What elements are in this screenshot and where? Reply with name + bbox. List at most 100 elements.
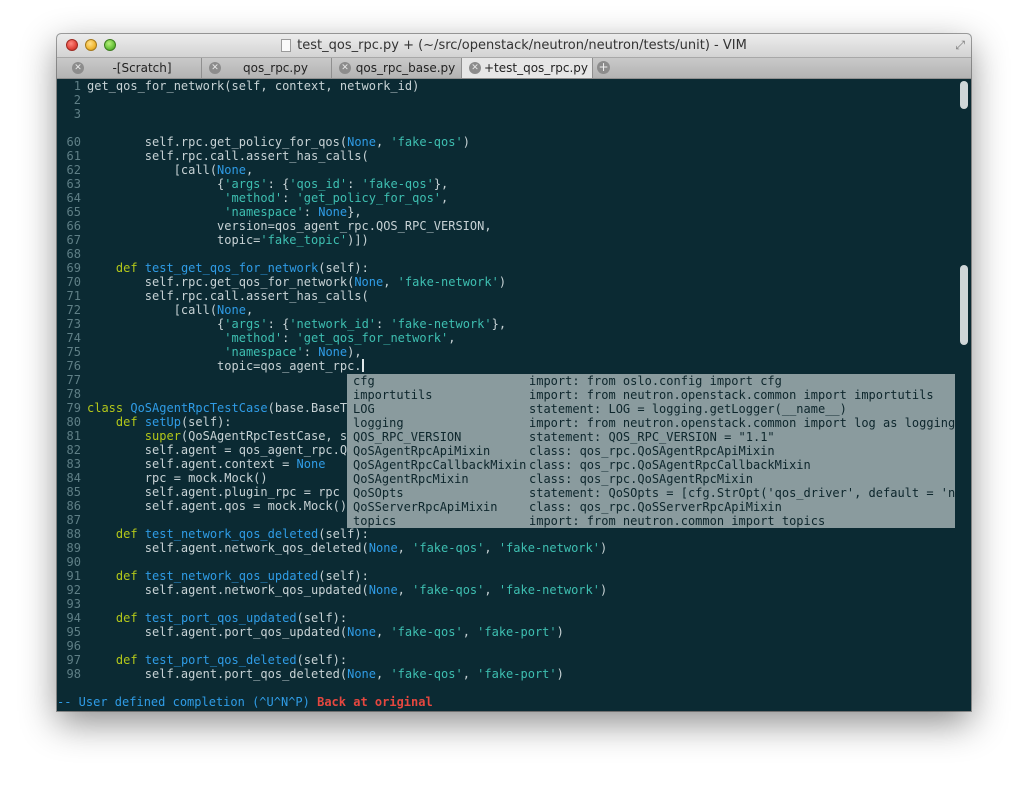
line-number: 64 bbox=[66, 191, 81, 205]
code-text: self.agent.port_qos_deleted(None, 'fake-… bbox=[87, 667, 564, 681]
title-bar: test_qos_rpc.py + (~/src/openstack/neutr… bbox=[57, 34, 971, 58]
code-text: def test_port_qos_deleted(self): bbox=[115, 653, 348, 667]
completion-mode-text: -- User defined completion (^U^N^P) bbox=[57, 695, 318, 709]
line-number: 74 bbox=[66, 331, 81, 345]
line-number: 91 bbox=[66, 569, 81, 583]
code-text: class QoSAgentRpcTestCase(base.BaseTe bbox=[87, 401, 355, 415]
code-text: self.rpc.get_qos_for_network(None, 'fake… bbox=[87, 275, 507, 289]
scrollbar-thumb[interactable] bbox=[960, 265, 968, 345]
line-number: 82 bbox=[66, 443, 81, 457]
completion-item[interactable]: logging import: from neutron.openstack.co… bbox=[347, 416, 955, 430]
line-number: 93 bbox=[66, 597, 81, 611]
completion-word: QoSServerRpcApiMixin bbox=[353, 500, 498, 514]
vim-window: test_qos_rpc.py + (~/src/openstack/neutr… bbox=[57, 34, 971, 711]
line-number: 90 bbox=[66, 555, 81, 569]
close-tab-icon[interactable]: ✕ bbox=[339, 62, 351, 74]
line-number: 60 bbox=[66, 135, 81, 149]
completion-info: import: from neutron.common import topic… bbox=[529, 514, 826, 528]
code-text: self.agent.port_qos_updated(None, 'fake-… bbox=[87, 625, 564, 639]
code-text: {'args': {'qos_id': 'fake-qos'}, bbox=[87, 177, 449, 191]
line-number: 79 bbox=[66, 401, 81, 415]
line-number: 96 bbox=[66, 639, 81, 653]
close-tab-icon[interactable]: ✕ bbox=[209, 62, 221, 74]
code-text: 'namespace': None), bbox=[224, 345, 362, 359]
close-tab-icon[interactable]: ✕ bbox=[469, 62, 481, 74]
code-text: def test_get_qos_for_network(self): bbox=[115, 261, 369, 275]
code-text: [call(None, bbox=[87, 303, 254, 317]
line-number: 97 bbox=[66, 653, 81, 667]
completion-item[interactable]: QoSAgentRpcApiMixin class: qos_rpc.QoSAge… bbox=[347, 444, 955, 458]
code-text: {'args': {'network_id': 'fake-network'}, bbox=[87, 317, 507, 331]
code-text: super(QoSAgentRpcTestCase, se bbox=[144, 429, 355, 443]
line-number: 73 bbox=[66, 317, 81, 331]
code-text: def setUp(self): bbox=[115, 415, 232, 429]
scrollbar-thumb[interactable] bbox=[960, 81, 968, 109]
code-text: topic=qos_agent_rpc. bbox=[87, 359, 364, 373]
close-tab-icon[interactable]: ✕ bbox=[72, 62, 84, 74]
completion-item[interactable]: cfg import: from oslo.config import cfg bbox=[347, 374, 955, 388]
tab-scratch[interactable]: ✕ -[Scratch] bbox=[65, 58, 202, 78]
line-number: 88 bbox=[66, 527, 81, 541]
line-number: 76 bbox=[66, 359, 81, 373]
completion-info: import: from neutron.openstack.common im… bbox=[529, 416, 955, 430]
scrollbar[interactable] bbox=[957, 79, 971, 693]
tab-label: -[Scratch] bbox=[112, 61, 172, 75]
code-text: self.agent.network_qos_deleted(None, 'fa… bbox=[87, 541, 608, 555]
line-number: 89 bbox=[66, 541, 81, 555]
completion-popup[interactable]: cfg import: from oslo.config import cfg im… bbox=[347, 374, 955, 528]
tab-qos-rpc-base[interactable]: ✕ qos_rpc_base.py bbox=[332, 58, 462, 78]
code-text: def test_network_qos_deleted(self): bbox=[115, 527, 369, 541]
completion-word: logging bbox=[353, 416, 404, 430]
new-tab-icon[interactable]: + bbox=[597, 61, 610, 74]
completion-info: class: qos_rpc.QoSServerRpcApiMixin bbox=[529, 500, 782, 514]
completion-item[interactable]: QOS_RPC_VERSION statement: QOS_RPC_VERSIO… bbox=[347, 430, 955, 444]
line-number: 1 bbox=[73, 79, 81, 93]
tab-qos-rpc[interactable]: ✕ qos_rpc.py bbox=[202, 58, 332, 78]
completion-item[interactable]: topics import: from neutron.common import… bbox=[347, 514, 955, 528]
completion-info: statement: QOS_RPC_VERSION = "1.1" bbox=[529, 430, 775, 444]
line-number: 66 bbox=[66, 219, 81, 233]
completion-word: cfg bbox=[353, 374, 375, 388]
line-number: 81 bbox=[66, 429, 81, 443]
code-text: [call(None, bbox=[87, 163, 254, 177]
completion-item[interactable]: LOG statement: LOG = logging.getLogger(__… bbox=[347, 402, 955, 416]
code-text: 'method': 'get_qos_for_network', bbox=[224, 331, 456, 345]
document-icon bbox=[281, 39, 292, 52]
completion-item[interactable]: QoSAgentRpcCallbackMixin class: qos_rpc.Q… bbox=[347, 458, 955, 472]
line-number: 77 bbox=[66, 373, 81, 387]
fullscreen-icon[interactable]: ⤢ bbox=[955, 38, 965, 53]
code-text: 'method': 'get_policy_for_qos', bbox=[224, 191, 449, 205]
code-text: topic='fake_topic')]) bbox=[87, 233, 369, 247]
line-number: 63 bbox=[66, 177, 81, 191]
line-number: 94 bbox=[66, 611, 81, 625]
completion-word: QOS_RPC_VERSION bbox=[353, 430, 462, 444]
line-number: 83 bbox=[66, 457, 81, 471]
code-text: rpc = mock.Mock() bbox=[87, 471, 268, 485]
line-number: 98 bbox=[66, 667, 81, 681]
completion-info: class: qos_rpc.QoSAgentRpcCallbackMixin bbox=[529, 458, 811, 472]
code-text: version=qos_agent_rpc.QOS_RPC_VERSION, bbox=[87, 219, 492, 233]
line-number: 84 bbox=[66, 471, 81, 485]
tab-test-qos-rpc[interactable]: ✕ +test_qos_rpc.py bbox=[462, 58, 593, 78]
tab-label: qos_rpc.py bbox=[243, 61, 308, 75]
completion-word: QoSAgentRpcApiMixin bbox=[353, 444, 491, 458]
completion-item[interactable]: QoSOpts statement: QoSOpts = [cfg.StrOpt(… bbox=[347, 486, 955, 500]
line-number: 71 bbox=[66, 289, 81, 303]
text-cursor bbox=[361, 359, 364, 372]
code-text: self.rpc.call.assert_has_calls( bbox=[87, 289, 369, 303]
completion-info: class: qos_rpc.QoSAgentRpcMixin bbox=[529, 472, 753, 486]
code-text: self.agent = qos_agent_rpc.Qo bbox=[87, 443, 355, 457]
completion-word: QoSOpts bbox=[353, 486, 404, 500]
line-number: 85 bbox=[66, 485, 81, 499]
code-text: self.rpc.call.assert_has_calls( bbox=[87, 149, 369, 163]
completion-item[interactable]: QoSServerRpcApiMixin class: qos_rpc.QoSSe… bbox=[347, 500, 955, 514]
completion-info: class: qos_rpc.QoSAgentRpcApiMixin bbox=[529, 444, 775, 458]
completion-word: topics bbox=[353, 514, 397, 528]
completion-word: LOG bbox=[353, 402, 375, 416]
line-number: 78 bbox=[66, 387, 81, 401]
completion-info: import: from neutron.openstack.common im… bbox=[529, 388, 934, 402]
completion-item[interactable]: QoSAgentRpcMixin class: qos_rpc.QoSAgentR… bbox=[347, 472, 955, 486]
line-number: 69 bbox=[66, 261, 81, 275]
completion-item[interactable]: importutils import: from neutron.openstac… bbox=[347, 388, 955, 402]
line-number: 67 bbox=[66, 233, 81, 247]
